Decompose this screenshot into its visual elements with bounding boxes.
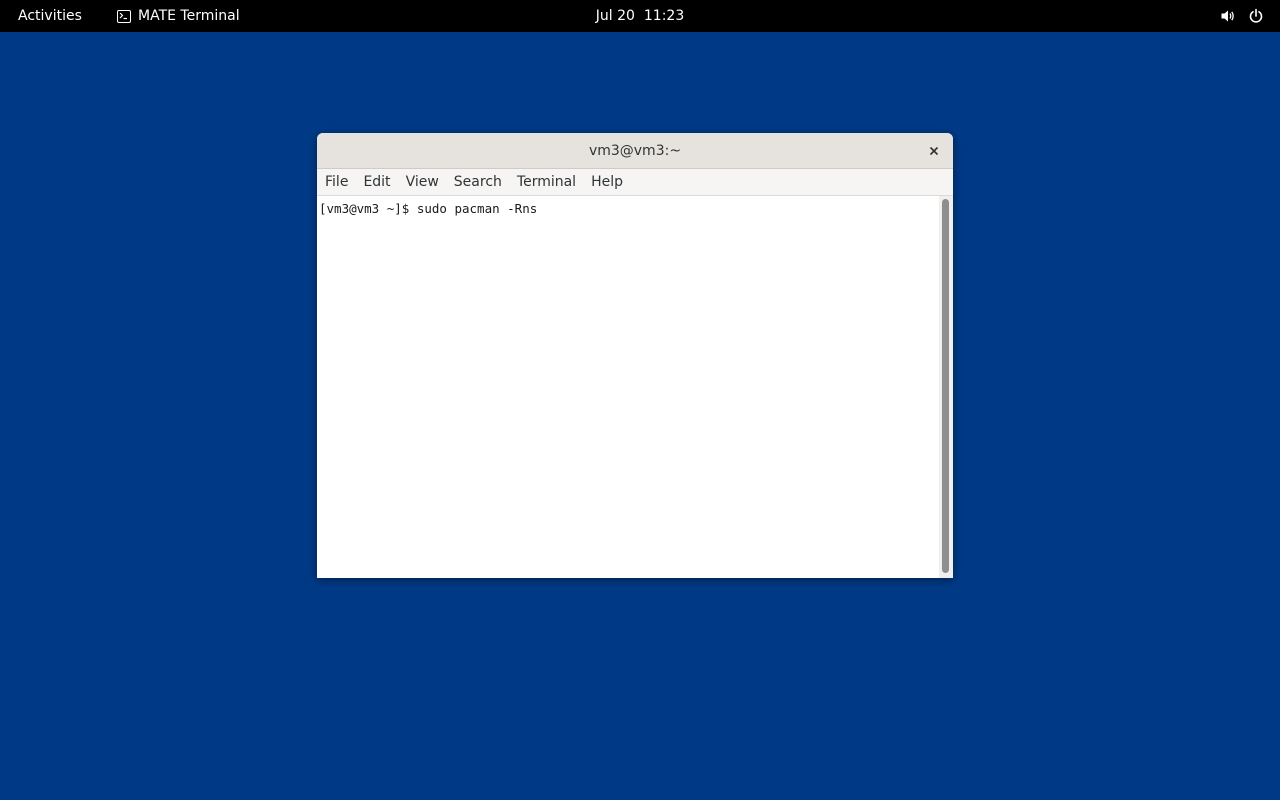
typed-command: sudo pacman -Rns <box>416 201 538 216</box>
close-button[interactable] <box>925 142 943 160</box>
menu-edit[interactable]: Edit <box>363 174 398 190</box>
app-menu-label: MATE Terminal <box>138 8 240 24</box>
menu-search[interactable]: Search <box>454 174 510 190</box>
terminal-window: vm3@vm3:~ File Edit View Search Terminal… <box>317 133 953 578</box>
window-title: vm3@vm3:~ <box>588 143 682 159</box>
command-line: [vm3@vm3 ~]$ sudo pacman -Rns <box>319 201 537 216</box>
menu-view[interactable]: View <box>406 174 447 190</box>
menu-bar: File Edit View Search Terminal Help <box>317 169 953 196</box>
menu-help[interactable]: Help <box>591 174 631 190</box>
system-tray[interactable] <box>1220 0 1264 32</box>
menu-terminal[interactable]: Terminal <box>517 174 584 190</box>
clock-time[interactable]: 11:23 <box>644 8 684 24</box>
close-icon <box>929 146 939 156</box>
window-titlebar[interactable]: vm3@vm3:~ <box>317 133 953 169</box>
terminal-output[interactable]: [vm3@vm3 ~]$ sudo pacman -Rns <box>317 196 939 578</box>
volume-icon[interactable] <box>1220 8 1236 24</box>
top-bar: Activities MATE Terminal Jul 20 11:23 <box>0 0 1280 32</box>
scrollbar-thumb[interactable] <box>942 199 949 573</box>
menu-file[interactable]: File <box>325 174 356 190</box>
terminal-icon <box>117 9 131 23</box>
terminal-scrollbar[interactable] <box>939 196 953 578</box>
activities-button[interactable]: Activities <box>18 0 82 32</box>
app-menu-button[interactable]: MATE Terminal <box>117 0 240 32</box>
clock-date[interactable]: Jul 20 <box>596 8 635 24</box>
shell-prompt: [vm3@vm3 ~]$ <box>319 201 417 216</box>
power-icon[interactable] <box>1248 8 1264 24</box>
